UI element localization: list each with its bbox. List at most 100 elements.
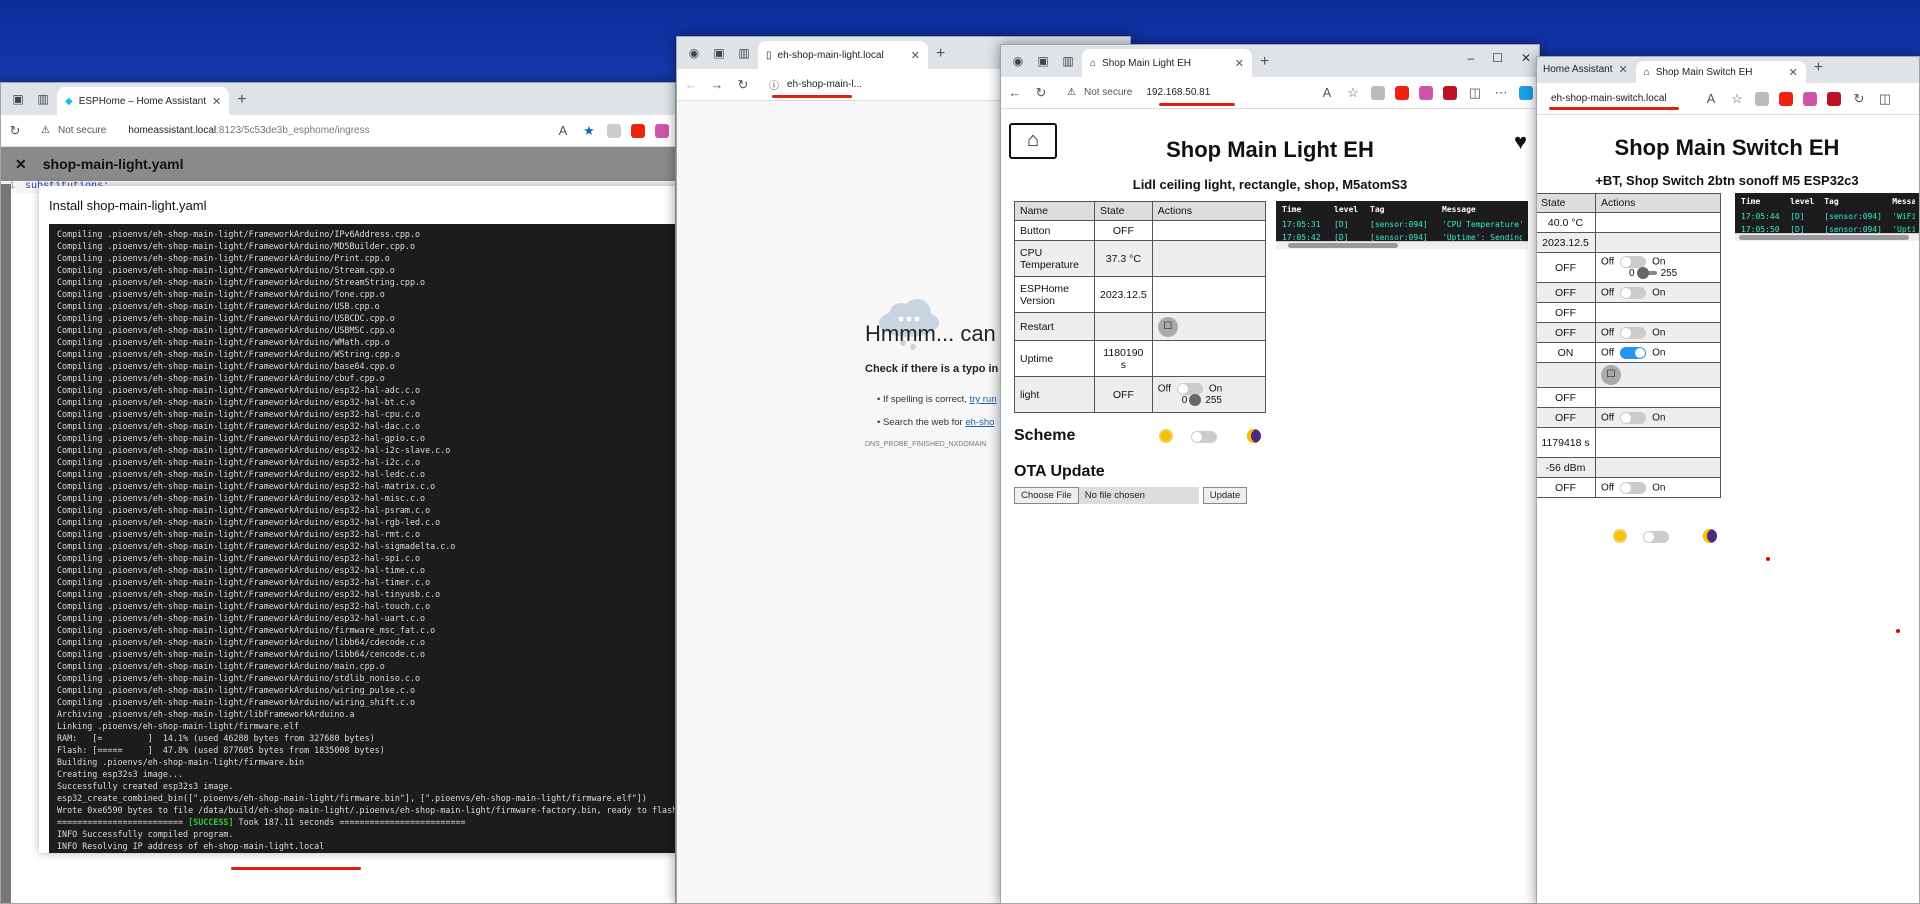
tab-actions-icon[interactable]: ▥	[1057, 50, 1079, 72]
tab-actions-icon[interactable]: ▥	[32, 88, 54, 110]
page-title: Shop Main Switch EH	[1614, 135, 1840, 160]
close-icon[interactable]: ✕	[911, 49, 920, 62]
new-tab-icon[interactable]: +	[1260, 53, 1269, 71]
editor-gutter	[1, 184, 11, 903]
minimize-icon[interactable]: –	[1467, 51, 1474, 65]
shop-switch-window: Home Assistant ✕ ⌂ Shop Main Switch EH ✕ + …	[1536, 56, 1920, 904]
switch-toggle[interactable]	[1620, 346, 1647, 359]
extension-icon[interactable]	[1755, 91, 1769, 106]
split-screen-icon[interactable]: ◫	[1467, 85, 1483, 101]
choose-file-button[interactable]: Choose File	[1014, 487, 1079, 504]
read-aloud-icon[interactable]: A	[1319, 85, 1335, 100]
maximize-icon[interactable]: ☐	[1492, 51, 1503, 65]
tab-esphome[interactable]: ◆ ESPHome – Home Assistant ✕	[57, 87, 230, 115]
extension-icon[interactable]	[1371, 85, 1385, 100]
workspaces-icon[interactable]: ▣	[1032, 50, 1054, 72]
console-line: Compiling .pioenvs/eh-shop-main-light/Fr…	[57, 397, 415, 407]
entity-state: ON	[1537, 342, 1596, 363]
read-aloud-icon[interactable]: A	[555, 123, 571, 138]
refresh-icon[interactable]: ↻	[735, 77, 751, 93]
shield-extension-icon[interactable]	[631, 123, 645, 138]
switch-toggle[interactable]	[1620, 256, 1647, 268]
switch-toggle[interactable]	[1620, 481, 1647, 494]
scheme-toggle[interactable]	[1191, 431, 1217, 443]
refresh-icon[interactable]: ↻	[1851, 91, 1867, 107]
shield-extension-icon[interactable]	[1395, 85, 1409, 100]
update-button[interactable]: Update	[1202, 487, 1248, 504]
entity-state: -56 dBm	[1537, 457, 1596, 478]
table-row: light OFF Off On 0 255	[1014, 376, 1267, 413]
profile-icon[interactable]: ◉	[683, 42, 705, 64]
tab-error[interactable]: ▯ eh-shop-main-light.local ✕	[758, 41, 928, 69]
close-icon[interactable]: ✕	[1788, 66, 1797, 79]
copilot-icon[interactable]	[1519, 85, 1533, 100]
tab-home-assistant[interactable]: Home Assistant ✕	[1537, 57, 1636, 83]
more-icon[interactable]: ⋯	[1493, 85, 1509, 101]
tab-shop-switch[interactable]: ⌂ Shop Main Switch EH ✕	[1635, 61, 1806, 83]
favorite-star-icon[interactable]: ☆	[1345, 85, 1361, 101]
forward-icon[interactable]: →	[709, 77, 725, 92]
heart-icon[interactable]: ♥	[1514, 129, 1527, 155]
tab-shop-light[interactable]: ⌂ Shop Main Light EH ✕	[1082, 49, 1252, 77]
log-scrollbar[interactable]	[1735, 233, 1919, 241]
log-scrollbar[interactable]	[1276, 241, 1528, 249]
switch-toggle[interactable]	[1620, 326, 1647, 339]
tab-actions-icon[interactable]: ▥	[733, 42, 755, 64]
extension-icon[interactable]	[1443, 85, 1457, 100]
switch-toggle[interactable]	[1620, 286, 1647, 299]
back-icon[interactable]: ←	[683, 77, 699, 92]
switch-toggle[interactable]	[1620, 411, 1647, 424]
shield-extension-icon[interactable]	[1779, 91, 1793, 106]
page-icon: ▯	[766, 49, 772, 61]
warning-icon: ⚠	[41, 125, 50, 136]
restart-button[interactable]: ☐	[1601, 365, 1621, 385]
url-text: 192.168.50.81	[1146, 87, 1211, 98]
extension-icon[interactable]	[655, 123, 669, 138]
entity-actions	[1595, 457, 1721, 478]
entity-table: State Actions 40.0 °C 2023.12.5 OFF Off On 0 25…	[1537, 193, 1721, 498]
extension-icon[interactable]	[607, 123, 621, 138]
address-bar: ← ↻ ⚠ Not secure 192.168.50.81 A ☆ ◫ ⋯	[1001, 77, 1539, 109]
favorite-star-icon[interactable]: ★	[581, 123, 597, 139]
new-tab-icon[interactable]: +	[1814, 59, 1823, 77]
entity-actions: Off On	[1595, 477, 1721, 498]
console-line: Compiling .pioenvs/eh-shop-main-light/Fr…	[57, 385, 421, 395]
console-line: Linking .pioenvs/eh-shop-main-light/firm…	[57, 721, 300, 731]
split-screen-icon[interactable]: ◫	[1877, 91, 1893, 107]
table-row: 1179418 s	[1537, 427, 1721, 458]
workspaces-icon[interactable]: ▣	[708, 42, 730, 64]
new-tab-icon[interactable]: +	[936, 45, 945, 63]
console-line: Compiling .pioenvs/eh-shop-main-light/Fr…	[57, 637, 426, 647]
close-icon[interactable]: ✕	[212, 95, 221, 108]
close-window-icon[interactable]: ✕	[1521, 51, 1531, 65]
restart-button[interactable]: ☐	[1157, 316, 1178, 337]
profile-icon[interactable]: ◉	[1007, 50, 1029, 72]
refresh-icon[interactable]: ↻	[7, 123, 23, 139]
refresh-icon[interactable]: ↻	[1033, 85, 1049, 101]
favorite-star-icon[interactable]: ☆	[1729, 91, 1745, 107]
light-toggle[interactable]	[1176, 383, 1203, 395]
url-field[interactable]: ⚠ Not secure 192.168.50.81	[1059, 82, 1309, 104]
close-icon[interactable]: ✕	[1235, 57, 1244, 70]
close-icon[interactable]: ✕	[15, 156, 27, 173]
workspaces-icon[interactable]: ▣	[7, 88, 29, 110]
console-line: Compiling .pioenvs/eh-shop-main-light/Fr…	[57, 589, 441, 599]
console-line: Compiling .pioenvs/eh-shop-main-light/Fr…	[57, 241, 415, 251]
url-field[interactable]: ⚠ Not secure homeassistant.local:8123/5c…	[33, 120, 545, 142]
extension-icon[interactable]	[1419, 85, 1433, 100]
scheme-toggle[interactable]	[1643, 531, 1669, 543]
entity-state: OFF	[1537, 407, 1596, 428]
read-aloud-icon[interactable]: A	[1703, 91, 1719, 106]
brightness-slider[interactable]	[1189, 394, 1202, 407]
console-line: Creating esp32s3 image...	[57, 769, 184, 779]
extension-icon[interactable]	[1803, 91, 1817, 106]
file-name-label: No file chosen	[1078, 487, 1199, 504]
new-tab-icon[interactable]: +	[237, 91, 246, 109]
shop-light-window: ◉ ▣ ▥ ⌂ Shop Main Light EH ✕ + – ☐ ✕ ← ↻…	[1000, 44, 1540, 904]
back-icon[interactable]: ←	[1007, 85, 1023, 100]
brightness-slider[interactable]	[1636, 267, 1657, 280]
extension-icon[interactable]	[1827, 91, 1841, 106]
run-diagnostics-link[interactable]: try run	[970, 394, 997, 405]
console-line: RAM: [= ] 14.1% (used 46288 bytes from 3…	[57, 733, 375, 743]
search-web-link[interactable]: eh-sho	[965, 417, 994, 428]
